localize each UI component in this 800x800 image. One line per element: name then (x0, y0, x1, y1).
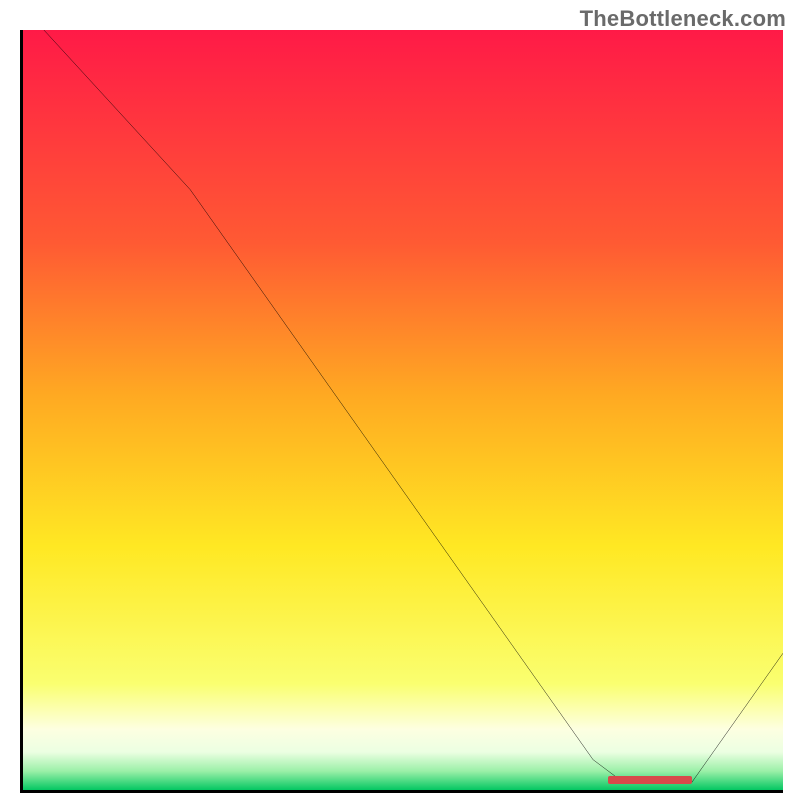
chart-container: TheBottleneck.com (0, 0, 800, 800)
bottleneck-curve (23, 30, 783, 790)
watermark-text: TheBottleneck.com (580, 6, 786, 32)
plot-area (20, 30, 783, 793)
optimal-range-marker (608, 776, 692, 784)
